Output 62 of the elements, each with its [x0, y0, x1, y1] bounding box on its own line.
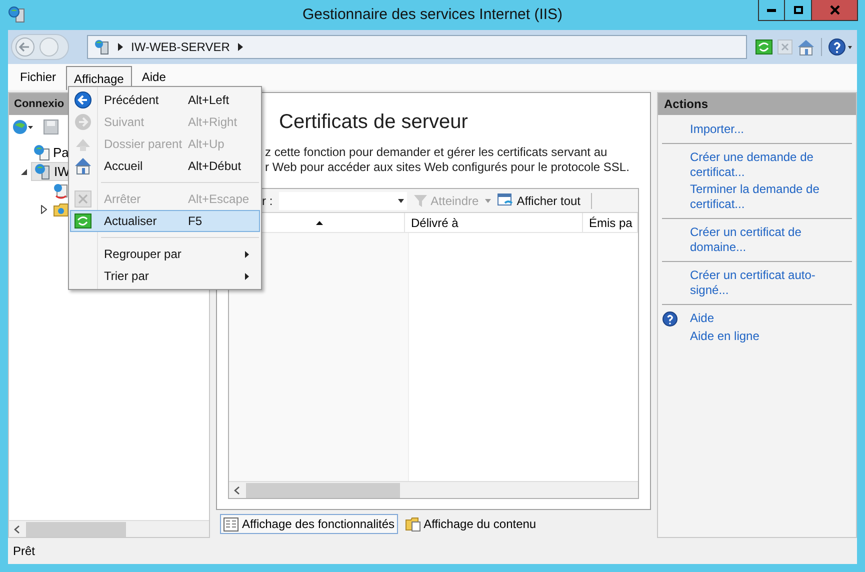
- refresh-icon[interactable]: [755, 39, 773, 55]
- action-link[interactable]: Aide en ligne: [686, 329, 760, 344]
- forward-icon: [74, 113, 92, 131]
- submenu-arrow-icon[interactable]: [245, 272, 249, 280]
- chevron-icon[interactable]: [118, 43, 123, 51]
- window-title: Gestionnaire des services Internet (IIS): [302, 4, 563, 25]
- panel-header: Connexio: [14, 96, 64, 112]
- save-icon[interactable]: [43, 119, 59, 135]
- scroll-left-icon[interactable]: [234, 486, 240, 494]
- address-field[interactable]: IW-WEB-SERVER: [87, 35, 747, 59]
- action-link[interactable]: Créer un certificat auto-signé...: [686, 268, 852, 298]
- close-button[interactable]: [812, 0, 858, 21]
- scroll-left-icon[interactable]: [14, 524, 20, 534]
- help-icon[interactable]: [828, 38, 854, 56]
- breadcrumb-item[interactable]: IW-WEB-SERVER: [131, 38, 230, 56]
- status-text: Prêt: [13, 543, 36, 560]
- column-header[interactable]: Émis pa: [583, 213, 638, 232]
- view-tab[interactable]: Affichage des fonctionnalités: [220, 514, 398, 534]
- action-link[interactable]: Importer...: [686, 122, 744, 137]
- home-icon[interactable]: [797, 38, 815, 56]
- start-page-icon: [33, 144, 50, 161]
- menu-item[interactable]: Trier par: [70, 265, 260, 287]
- globe-icon[interactable]: [12, 119, 34, 135]
- menu-bar-item[interactable]: Fichier: [12, 65, 64, 89]
- action-link[interactable]: Terminer la demande de certificat...: [686, 182, 852, 212]
- filter-label: r :: [262, 192, 273, 210]
- server-icon: [34, 163, 51, 180]
- action-link[interactable]: Aide: [686, 311, 714, 326]
- home-icon: [74, 157, 92, 175]
- back-icon: [74, 91, 92, 109]
- folder-icon: [404, 516, 421, 532]
- filter-icon: [412, 194, 428, 208]
- list-icon: [223, 516, 239, 532]
- app-icon: [8, 6, 26, 24]
- stop-icon: [74, 190, 92, 208]
- view-tab[interactable]: Affichage du contenu: [402, 514, 540, 534]
- menu-bar-item[interactable]: Aide: [134, 65, 174, 89]
- dropdown-arrow-icon[interactable]: [398, 198, 404, 202]
- folder-icon: [53, 202, 69, 216]
- chevron-icon[interactable]: [238, 43, 243, 51]
- server-icon: [94, 39, 110, 55]
- action-link[interactable]: Créer une demande de certificat...: [686, 150, 852, 180]
- minimize-button[interactable]: [758, 0, 785, 21]
- menu-item[interactable]: Regrouper par: [70, 243, 260, 265]
- horizontal-scrollbar[interactable]: [9, 520, 209, 537]
- panel-header: Actions: [664, 96, 708, 113]
- close-icon: [830, 5, 840, 15]
- menu-item[interactable]: Précédent Alt+Left: [70, 89, 260, 111]
- column-header[interactable]: Délivré à: [405, 213, 583, 232]
- collapsed-arrow-icon[interactable]: [41, 205, 47, 214]
- back-icon[interactable]: [15, 37, 35, 57]
- submenu-arrow-icon[interactable]: [245, 250, 249, 258]
- refresh-icon: [74, 213, 92, 229]
- menu-item[interactable]: Actualiser F5: [70, 210, 260, 232]
- horizontal-scrollbar[interactable]: [229, 481, 638, 498]
- expanded-arrow-icon[interactable]: [21, 168, 27, 174]
- description-text: z cette fonction pour demander et gérer les certificats servant au r Web pour accéder aux sites Web configurés pour le protocole SSL.: [265, 145, 630, 175]
- show-all-button[interactable]: Afficher tout: [496, 192, 581, 210]
- action-link[interactable]: Créer un certificat de domaine...: [686, 225, 852, 255]
- window-icon: [496, 193, 514, 208]
- filter-field[interactable]: [278, 192, 407, 210]
- help-icon: [662, 311, 678, 327]
